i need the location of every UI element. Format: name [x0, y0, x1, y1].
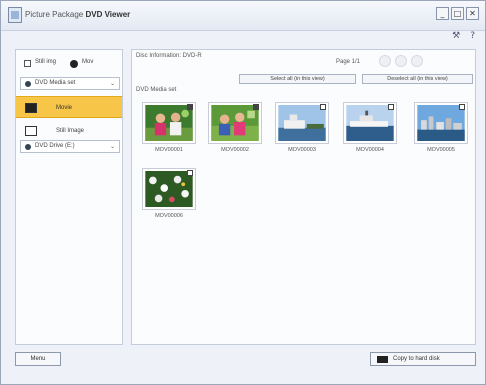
tools-icon[interactable]: ⚒: [452, 31, 460, 43]
thumbnail-frame: [208, 102, 262, 144]
checkbox-icon[interactable]: [388, 104, 394, 110]
close-button[interactable]: ✕: [466, 7, 479, 20]
deselect-all-button[interactable]: Deselect all (in this view): [362, 74, 473, 84]
view-toggle[interactable]: Still img Mov: [24, 59, 114, 69]
last-page-button[interactable]: [411, 55, 423, 67]
window-controls: _ □ ✕: [436, 7, 479, 20]
thumbnail-frame: [343, 102, 397, 144]
disc-icon: [25, 81, 31, 87]
copy-disc-icon: [377, 356, 388, 363]
select-all-button[interactable]: Select all (in this view): [239, 74, 356, 84]
menu-button[interactable]: Menu: [15, 352, 61, 366]
content-pane: Disc Information: DVD-R Page 1/1 Select …: [131, 49, 476, 345]
section-title: DVD Media set: [136, 87, 177, 93]
drive-value: DVD Drive (E:): [35, 143, 75, 149]
sidebar-item-label: Still Image: [56, 128, 85, 134]
thumbnail-item[interactable]: MOV00003: [275, 102, 329, 153]
checkbox-icon[interactable]: [187, 104, 193, 110]
sidebar-item-still-image[interactable]: Still Image: [16, 120, 122, 142]
app-icon: [8, 7, 22, 23]
photo-people1: [145, 105, 193, 141]
copy-button-label: Copy to hard disk: [393, 356, 440, 362]
toolbar: ⚒ ?: [452, 31, 475, 43]
checkbox-icon[interactable]: [253, 104, 259, 110]
thumbnail-item[interactable]: MOV00004: [343, 102, 397, 153]
thumbnail-item[interactable]: MOV00006: [142, 168, 196, 219]
window-title: Picture Package DVD Viewer: [25, 10, 130, 19]
photo-flowers: [145, 171, 193, 207]
app-window: Picture Package DVD Viewer _ □ ✕ ⚒ ? Sti…: [0, 0, 486, 385]
media-set-dropdown[interactable]: DVD Media set ⌄: [20, 77, 120, 90]
photo-city: [417, 105, 465, 141]
checkbox-icon[interactable]: [187, 170, 193, 176]
thumbnail-frame: [275, 102, 329, 144]
title-bold: DVD Viewer: [85, 10, 131, 19]
copy-to-hard-disk-button[interactable]: Copy to hard disk: [370, 352, 476, 366]
maximize-button[interactable]: □: [451, 7, 464, 20]
thumbnail-caption: MOV00001: [155, 147, 183, 153]
photo-ship: [346, 105, 394, 141]
checkbox-icon[interactable]: [320, 104, 326, 110]
page-nav: [379, 55, 423, 67]
next-page-button[interactable]: [395, 55, 407, 67]
thumbnail-item[interactable]: MOV00002: [208, 102, 262, 153]
chevron-down-icon: ⌄: [109, 143, 115, 150]
thumbnail-frame: [142, 102, 196, 144]
media-set-value: DVD Media set: [35, 80, 76, 86]
thumbnail-caption: MOV00006: [155, 213, 183, 219]
thumbnail-caption: MOV00002: [221, 147, 249, 153]
film-icon: [25, 103, 37, 113]
thumbnail-caption: MOV00004: [356, 147, 384, 153]
photo-people2: [211, 105, 259, 141]
minimize-button[interactable]: _: [436, 7, 449, 20]
thumbnail-frame: [414, 102, 468, 144]
image-icon: [25, 126, 37, 136]
drive-dropdown[interactable]: DVD Drive (E:) ⌄: [20, 140, 120, 153]
thumbnail-item[interactable]: MOV00005: [414, 102, 468, 153]
thumbnail-frame: [142, 168, 196, 210]
checkbox-icon[interactable]: [459, 104, 465, 110]
prev-page-button[interactable]: [379, 55, 391, 67]
movie-radio-icon[interactable]: [70, 60, 78, 68]
help-icon[interactable]: ?: [470, 31, 475, 43]
thumbnail-item[interactable]: MOV00001: [142, 102, 196, 153]
sidebar-item-movie[interactable]: Movie: [16, 96, 122, 118]
chevron-down-icon: ⌄: [109, 80, 115, 87]
view-option-still: Still img: [35, 59, 57, 65]
still-image-radio-icon[interactable]: [24, 60, 31, 67]
page-indicator: Page 1/1: [336, 59, 361, 65]
photo-boat: [278, 105, 326, 141]
disc-info-label: Disc Information: DVD-R: [136, 53, 202, 59]
view-option-movie: Mov: [82, 59, 94, 65]
title-bar: Picture Package DVD Viewer _ □ ✕: [1, 1, 485, 31]
sidebar: Still img Mov DVD Media set ⌄ Movie Stil…: [15, 49, 123, 345]
title-prefix: Picture Package: [25, 10, 84, 19]
thumbnail-caption: MOV00005: [427, 147, 455, 153]
drive-icon: [25, 144, 31, 150]
sidebar-item-label: Movie: [56, 105, 73, 111]
thumbnail-caption: MOV00003: [288, 147, 316, 153]
